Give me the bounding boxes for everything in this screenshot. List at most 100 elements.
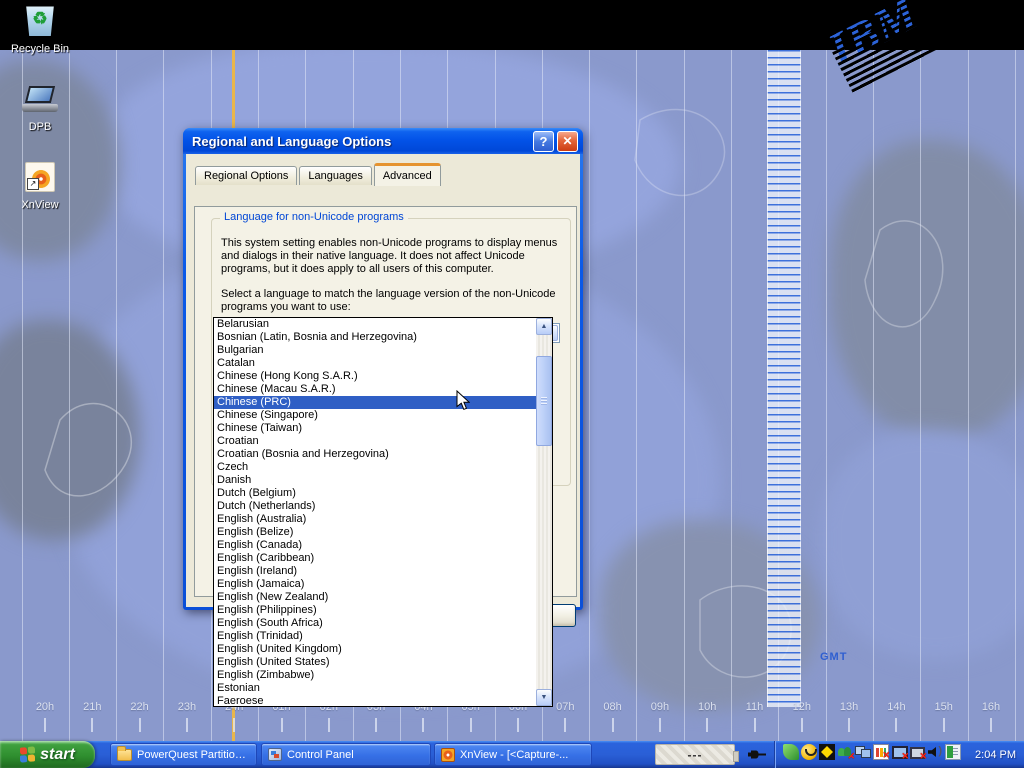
hour-label: 08h [589, 701, 637, 713]
hour-label: 10h [683, 701, 731, 713]
language-option[interactable]: Croatian (Bosnia and Herzegovina) [214, 448, 536, 461]
meridian-line [1015, 50, 1016, 741]
meridian-line [163, 50, 164, 741]
text-line: and dialogs in their native language. It… [221, 250, 557, 263]
text-line: Select a language to match the language … [221, 288, 556, 301]
language-option-selected[interactable]: Chinese (PRC) [214, 396, 536, 409]
agent-icon[interactable] [801, 744, 817, 760]
hour-tick [990, 718, 992, 732]
desktop-screen: GMT 20h21h22h23h24h01h02h03h04h05h06h07h… [0, 0, 1024, 768]
taskbar-task-folder[interactable]: PowerQuest Partition... [110, 743, 257, 766]
taskbar-task-xnview[interactable]: XnView - [<Capture-... [434, 743, 592, 766]
desktop-icon-dpb[interactable]: DPB [8, 86, 72, 133]
desktop-icon-recycle-bin[interactable]: Recycle Bin [8, 4, 72, 55]
language-option[interactable]: Dutch (Belgium) [214, 487, 536, 500]
network-places-icon[interactable] [855, 744, 871, 760]
language-option[interactable]: English (Zimbabwe) [214, 669, 536, 682]
users-offline-icon[interactable]: ✕ [837, 744, 853, 760]
list-scrollbar[interactable]: ▲ ▼ [536, 318, 552, 706]
hour-label: 13h [825, 701, 873, 713]
error-x-icon: ✕ [919, 751, 927, 762]
icon-label: DPB [8, 121, 72, 133]
recycle-bin-icon [25, 4, 55, 36]
hour-tick [564, 718, 566, 732]
power-plug-icon [747, 748, 767, 766]
language-option[interactable]: English (Australia) [214, 513, 536, 526]
xnview-icon [25, 162, 55, 192]
language-option[interactable]: English (Ireland) [214, 565, 536, 578]
gmt-label: GMT [820, 651, 847, 663]
alert-icon[interactable] [819, 744, 835, 760]
hour-tick [328, 718, 330, 732]
tab-languages[interactable]: Languages [299, 166, 371, 185]
gmt-hatched-band [767, 50, 801, 707]
language-option[interactable]: Estonian [214, 682, 536, 695]
scrollbar-thumb[interactable] [536, 356, 552, 446]
desktop-icon-xnview[interactable]: XnView [8, 162, 72, 211]
top-banner: IBM [0, 0, 1024, 50]
language-list-items: BelarusianBosnian (Latin, Bosnia and Her… [214, 318, 536, 706]
xnview-icon [441, 748, 455, 762]
removable-hardware-icon[interactable] [783, 744, 799, 760]
tab-advanced[interactable]: Advanced [374, 163, 441, 186]
hour-label: 12h [778, 701, 826, 713]
battery-meter[interactable]: --- [655, 744, 735, 765]
connection-muted-icon[interactable]: ✕ [909, 744, 925, 760]
hour-label: 22h [116, 701, 164, 713]
statistics-blocked-icon[interactable]: ✕ [873, 744, 889, 760]
language-option[interactable]: English (Canada) [214, 539, 536, 552]
language-option[interactable]: Chinese (Macau S.A.R.) [214, 383, 536, 396]
language-option[interactable]: Chinese (Hong Kong S.A.R.) [214, 370, 536, 383]
language-option[interactable]: Chinese (Singapore) [214, 409, 536, 422]
language-option[interactable]: Chinese (Taiwan) [214, 422, 536, 435]
hour-tick [848, 718, 850, 732]
tab-regional-options[interactable]: Regional Options [195, 166, 297, 185]
language-option[interactable]: Dutch (Netherlands) [214, 500, 536, 513]
language-option[interactable]: English (United Kingdom) [214, 643, 536, 656]
language-option[interactable]: English (United States) [214, 656, 536, 669]
language-option[interactable]: Danish [214, 474, 536, 487]
scroll-down-icon[interactable]: ▼ [536, 689, 552, 706]
error-x-icon: ✕ [882, 750, 890, 761]
text-line: programs, but it does apply to all users… [221, 263, 557, 276]
language-option[interactable]: English (New Zealand) [214, 591, 536, 604]
hour-tick [943, 718, 945, 732]
language-option[interactable]: English (Jamaica) [214, 578, 536, 591]
dialog-titlebar[interactable]: Regional and Language Options ? ✕ [183, 128, 583, 154]
language-option[interactable]: Catalan [214, 357, 536, 370]
language-option[interactable]: Czech [214, 461, 536, 474]
hour-tick [91, 718, 93, 732]
language-bar-icon[interactable] [945, 744, 961, 760]
display-disabled-icon[interactable]: ✕ [891, 744, 907, 760]
meridian-line [826, 50, 827, 741]
tab-strip: Regional Options Languages Advanced [195, 163, 443, 185]
hour-tick [375, 718, 377, 732]
icon-label: Recycle Bin [8, 43, 72, 55]
scroll-up-icon[interactable]: ▲ [536, 318, 552, 335]
dialog-title: Regional and Language Options [192, 134, 530, 149]
language-option[interactable]: English (South Africa) [214, 617, 536, 630]
language-option[interactable]: English (Belize) [214, 526, 536, 539]
help-button[interactable]: ? [533, 131, 554, 152]
language-option[interactable]: Faeroese [214, 695, 536, 706]
hour-tick [801, 718, 803, 732]
windows-flag-icon [20, 746, 35, 763]
language-option[interactable]: English (Trinidad) [214, 630, 536, 643]
language-option[interactable]: Bulgarian [214, 344, 536, 357]
language-option[interactable]: Bosnian (Latin, Bosnia and Herzegovina) [214, 331, 536, 344]
start-button[interactable]: start [0, 741, 95, 768]
language-option[interactable]: Belarusian [214, 318, 536, 331]
volume-icon[interactable] [927, 744, 943, 760]
language-option[interactable]: Croatian [214, 435, 536, 448]
language-option[interactable]: English (Caribbean) [214, 552, 536, 565]
task-label: Control Panel [287, 749, 354, 761]
taskbar-clock[interactable]: 2:04 PM [975, 741, 1016, 768]
close-button[interactable]: ✕ [557, 131, 578, 152]
hour-tick [470, 718, 472, 732]
hour-tick [895, 718, 897, 732]
language-option[interactable]: English (Philippines) [214, 604, 536, 617]
hour-tick [706, 718, 708, 732]
taskbar-task-cpl[interactable]: Control Panel [261, 743, 431, 766]
group-description: This system setting enables non-Unicode … [221, 237, 557, 276]
meridian-line [968, 50, 969, 741]
